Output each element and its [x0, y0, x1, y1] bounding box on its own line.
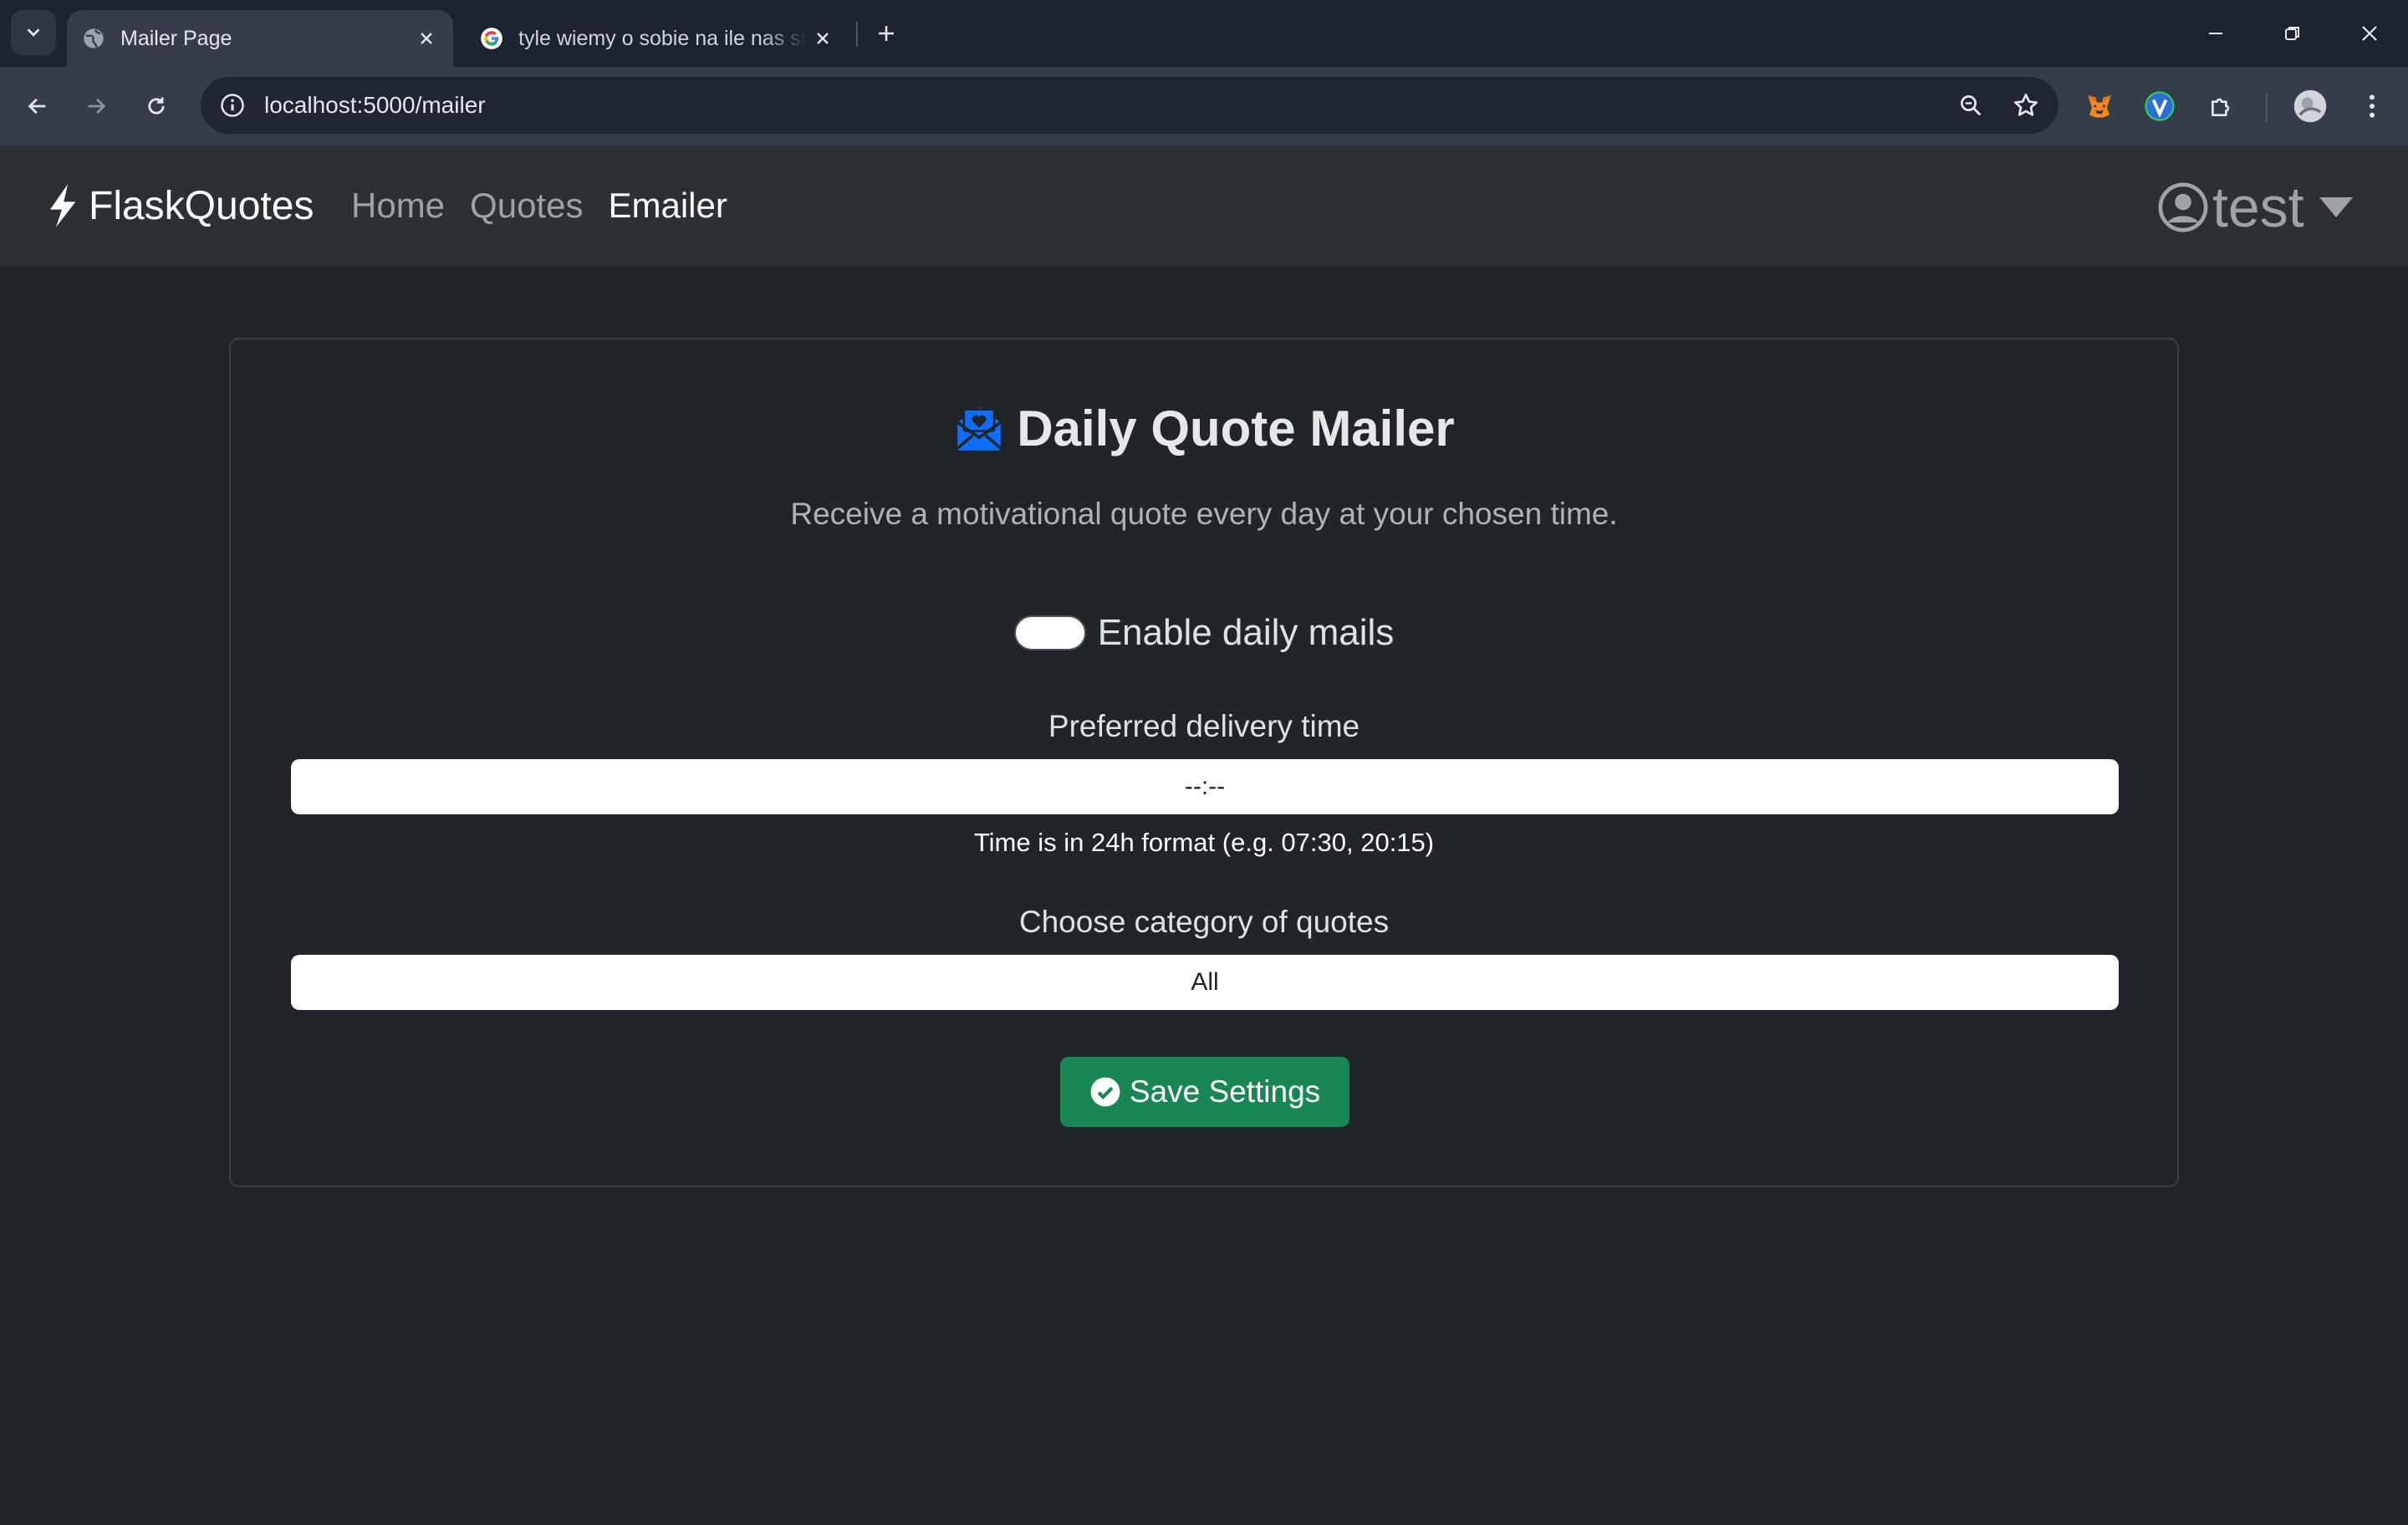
restore-icon — [2285, 27, 2299, 40]
url-text[interactable]: localhost:5000/mailer — [264, 92, 1950, 119]
time-format-help: Time is in 24h format (e.g. 07:30, 20:15… — [973, 828, 1435, 857]
extensions-puzzle-icon[interactable] — [2201, 85, 2242, 127]
forward-button[interactable] — [75, 85, 117, 127]
close-icon — [2362, 26, 2377, 41]
category-select[interactable]: All — [291, 955, 2119, 1010]
profile-avatar-icon[interactable] — [2289, 85, 2331, 127]
tab-mailer-page[interactable]: Mailer Page — [67, 10, 453, 67]
plus-icon — [879, 26, 894, 41]
nav-links: Home Quotes Emailer — [351, 181, 727, 231]
browser-toolbar: localhost:5000/mailer — [0, 67, 2408, 145]
category-label: Choose category of quotes — [1018, 905, 1390, 939]
bookmark-star-icon[interactable] — [2005, 84, 2047, 126]
title-text: Daily Quote Mailer — [1017, 400, 1455, 456]
envelope-heart-icon — [957, 406, 1002, 451]
save-settings-button[interactable]: Save Settings — [1060, 1057, 1349, 1127]
user-dropdown[interactable]: test — [2157, 176, 2354, 239]
check-circle-icon — [1090, 1077, 1120, 1107]
back-button[interactable] — [17, 85, 59, 127]
page-subtitle: Receive a motivational quote every day a… — [790, 497, 1618, 531]
minimize-icon — [2209, 33, 2222, 34]
delivery-time-label: Preferred delivery time — [1048, 709, 1360, 743]
username: test — [2212, 176, 2304, 239]
browser-tab-strip: Mailer Page tyle wiemy o sobie na ile na… — [0, 0, 2408, 67]
lightning-bolt-icon — [50, 184, 76, 227]
toolbar-divider — [2266, 94, 2268, 122]
google-icon — [481, 28, 503, 49]
mailer-card: Daily Quote Mailer Receive a motivationa… — [229, 338, 2179, 1187]
tab-title: tyle wiemy o sobie na ile nas sprawdzono — [518, 26, 806, 50]
close-icon[interactable] — [410, 22, 443, 55]
enable-toggle-row: Enable daily mails — [231, 612, 2177, 654]
site-info-icon[interactable] — [214, 87, 251, 124]
window-close-button[interactable] — [2349, 13, 2390, 54]
nav-link-emailer[interactable]: Emailer — [608, 186, 727, 226]
tab-divider — [856, 22, 858, 47]
tab-title: Mailer Page — [120, 26, 232, 50]
vpn-extension-icon[interactable] — [2139, 85, 2181, 127]
minimize-button[interactable] — [2196, 13, 2236, 54]
metamask-icon[interactable] — [2079, 85, 2120, 127]
nav-link-quotes[interactable]: Quotes — [470, 186, 583, 226]
reload-icon — [148, 97, 165, 115]
nav-link-home[interactable]: Home — [351, 186, 445, 226]
zoom-icon[interactable] — [1950, 84, 1992, 126]
brand-link[interactable]: FlaskQuotes — [45, 181, 314, 231]
tab-google-search[interactable]: tyle wiemy o sobie na ile nas sprawdzono — [465, 10, 849, 67]
address-bar[interactable]: localhost:5000/mailer — [201, 77, 2059, 134]
caret-down-icon — [2319, 197, 2353, 217]
tab-search-button[interactable] — [11, 10, 56, 55]
arrow-right-icon — [88, 98, 106, 115]
reload-button[interactable] — [135, 85, 177, 127]
brand-name: FlaskQuotes — [89, 183, 314, 228]
more-menu-icon[interactable] — [2351, 85, 2393, 127]
close-icon[interactable] — [806, 22, 839, 55]
chevron-down-icon — [27, 28, 40, 37]
site-navbar: FlaskQuotes Home Quotes Emailer test — [0, 145, 2408, 266]
page-title: Daily Quote Mailer — [231, 400, 2177, 457]
globe-icon — [84, 28, 104, 48]
new-tab-button[interactable] — [870, 17, 903, 50]
enable-daily-mails-label[interactable]: Enable daily mails — [1098, 612, 1395, 654]
delivery-time-input[interactable]: --:-- — [291, 759, 2119, 814]
enable-daily-mails-switch[interactable] — [1013, 615, 1086, 650]
restore-button[interactable] — [2273, 13, 2313, 54]
user-circle-icon — [2158, 182, 2208, 232]
arrow-left-icon — [28, 98, 46, 115]
save-settings-label: Save Settings — [1129, 1074, 1321, 1109]
